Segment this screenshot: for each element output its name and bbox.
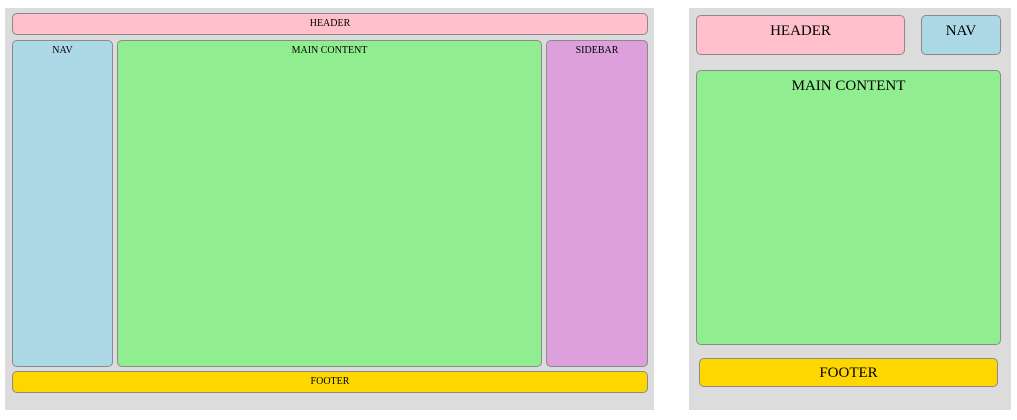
wide-header-box: HEADER	[12, 13, 648, 35]
wide-footer-box: FOOTER	[12, 371, 648, 393]
wide-nav-box: NAV	[12, 40, 113, 367]
wide-main-content-box: MAIN CONTENT	[117, 40, 542, 367]
narrow-footer-box: FOOTER	[699, 358, 998, 387]
narrow-nav-box: NAV	[921, 15, 1001, 55]
narrow-header-box: HEADER	[696, 15, 905, 55]
narrow-main-content-box: MAIN CONTENT	[696, 70, 1001, 345]
wide-sidebar-box: SIDEBAR	[546, 40, 648, 367]
